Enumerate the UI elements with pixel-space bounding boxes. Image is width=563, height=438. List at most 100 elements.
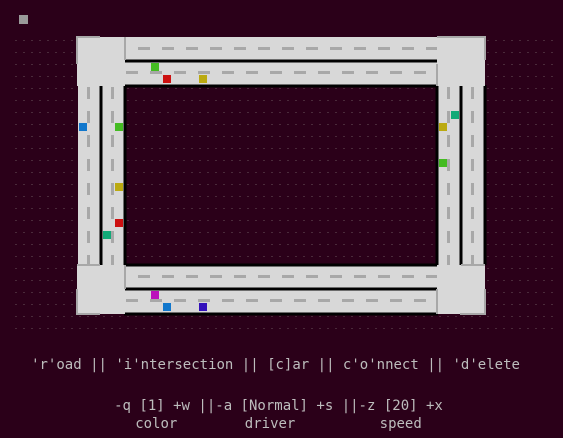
lane-dash	[87, 87, 90, 99]
car[interactable]	[151, 291, 159, 299]
lane-dash	[447, 135, 450, 147]
lane-dash	[471, 207, 474, 219]
lane-dash	[426, 275, 438, 278]
lane-dash	[378, 47, 390, 50]
lane-dash	[222, 71, 234, 74]
lane-dash	[111, 183, 114, 195]
car[interactable]	[451, 111, 459, 119]
lane-dash	[210, 47, 222, 50]
intersection-bottom-right[interactable]	[437, 265, 485, 314]
lane-dash	[234, 47, 246, 50]
lane-dash	[111, 111, 114, 123]
lane-dash	[342, 71, 354, 74]
car[interactable]	[115, 183, 123, 191]
lane-dash	[111, 207, 114, 219]
lane-dash	[174, 71, 186, 74]
lane-dash	[402, 47, 414, 50]
lane-dash	[111, 159, 114, 171]
lane-dash	[162, 275, 174, 278]
lane-dash	[150, 299, 162, 302]
roads	[78, 37, 487, 316]
car[interactable]	[115, 219, 123, 227]
lane-dash	[270, 299, 282, 302]
lane-dash	[471, 183, 474, 195]
lane-dash	[138, 47, 150, 50]
lane-dash	[87, 159, 90, 171]
lane-dash	[258, 47, 270, 50]
car[interactable]	[115, 123, 123, 131]
lane-dash	[111, 135, 114, 147]
lane-dash	[258, 275, 270, 278]
lane-dash	[186, 47, 198, 50]
lane-dash	[270, 71, 282, 74]
car[interactable]	[199, 75, 207, 83]
lane-dash	[306, 275, 318, 278]
car[interactable]	[163, 303, 171, 311]
lane-dash	[222, 299, 234, 302]
lane-dash	[390, 71, 402, 74]
lane-dash	[447, 207, 450, 219]
command-help: 'r'oad || 'i'ntersection || [c]ar || c'o…	[31, 357, 520, 373]
lane-dash	[198, 71, 210, 74]
car[interactable]	[103, 231, 111, 239]
lane-dash	[447, 183, 450, 195]
lane-dash	[366, 71, 378, 74]
lane-dash	[330, 275, 342, 278]
lane-dash	[111, 87, 114, 99]
car[interactable]	[199, 303, 207, 311]
lane-dash	[246, 299, 258, 302]
road-network-canvas[interactable]	[0, 0, 563, 340]
lane-dash	[390, 299, 402, 302]
lane-dash	[414, 299, 426, 302]
lane-dash	[282, 47, 294, 50]
lane-dash	[174, 299, 186, 302]
car[interactable]	[163, 75, 171, 83]
lane-dash	[294, 299, 306, 302]
lane-dash	[162, 47, 174, 50]
intersection-bottom-left[interactable]	[77, 265, 125, 314]
lane-dash	[246, 71, 258, 74]
lane-dash	[87, 111, 90, 123]
lane-dash	[447, 159, 450, 171]
car[interactable]	[151, 63, 159, 71]
car[interactable]	[439, 123, 447, 131]
intersection-top-left[interactable]	[77, 37, 125, 86]
lane-dash	[87, 135, 90, 147]
lane-dash	[234, 275, 246, 278]
lane-dash	[87, 231, 90, 243]
simulation-screen[interactable]: 'r'oad || 'i'ntersection || [c]ar || c'o…	[0, 0, 563, 438]
lane-dash	[294, 71, 306, 74]
lane-dash	[318, 71, 330, 74]
lane-dash	[87, 183, 90, 195]
lane-dash	[306, 47, 318, 50]
intersection-top-right[interactable]	[437, 37, 485, 86]
lane-dash	[354, 275, 366, 278]
lane-dash	[378, 275, 390, 278]
lane-dash	[471, 111, 474, 123]
lane-dash	[447, 87, 450, 99]
lane-dash	[471, 231, 474, 243]
control-help: -q [1] +w ||-a [Normal] +s ||-z [20] +x	[114, 398, 443, 414]
car[interactable]	[79, 123, 87, 131]
lane-dash	[426, 47, 438, 50]
lane-dash	[342, 299, 354, 302]
lane-dash	[138, 275, 150, 278]
lane-dash	[318, 299, 330, 302]
lane-dash	[471, 87, 474, 99]
lane-dash	[447, 111, 450, 123]
lane-dash	[126, 71, 138, 74]
lane-dash	[282, 275, 294, 278]
control-labels: color driver speed	[135, 416, 422, 432]
lane-dash	[402, 275, 414, 278]
lane-dash	[414, 71, 426, 74]
lane-dash	[471, 135, 474, 147]
lane-dash	[330, 47, 342, 50]
lane-dash	[210, 275, 222, 278]
lane-dash	[126, 299, 138, 302]
lane-dash	[471, 159, 474, 171]
lane-dash	[198, 299, 210, 302]
lane-dash	[366, 299, 378, 302]
cursor-indicator	[19, 15, 28, 24]
car[interactable]	[439, 159, 447, 167]
lane-dash	[354, 47, 366, 50]
